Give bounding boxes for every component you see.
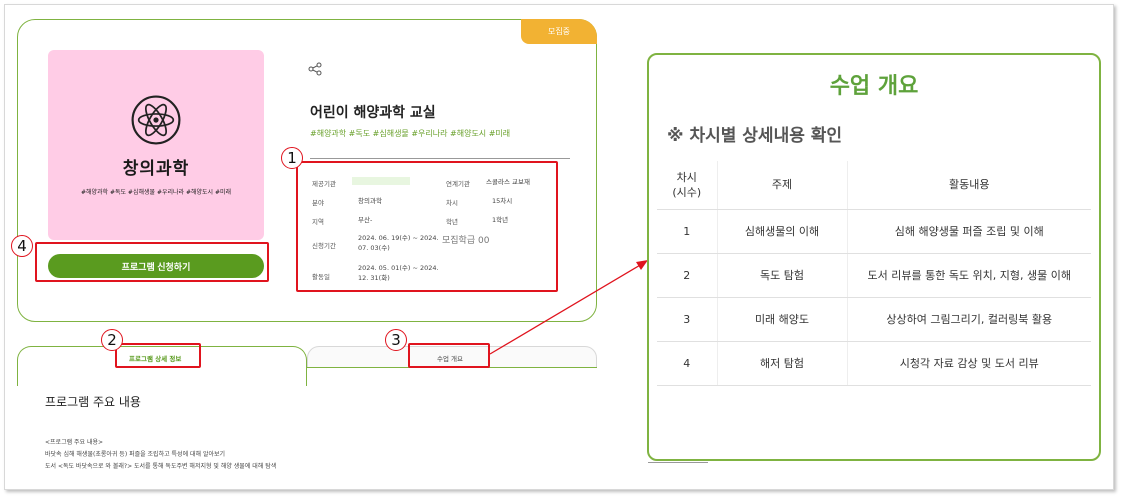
main-content-body: <프로그램 주요 내용> 바닷속 심해 해생물(초롱아귀 등) 퍼즐을 조립하고… [45, 437, 276, 473]
callout-number-4: 4 [11, 235, 33, 257]
program-title: 어린이 해양과학 교실 [310, 105, 436, 121]
header-session-text: 차시 (시수) [672, 170, 702, 199]
cell-topic: 독도 탐험 [716, 253, 847, 298]
thumbnail-title: 창의과학 [122, 159, 190, 179]
share-icon[interactable] [308, 62, 322, 76]
program-tags: #해양과학 #독도 #심해생물 #우리나라 #해양도시 #미래 [310, 129, 511, 138]
cell-topic: 심해생물의 이해 [716, 209, 847, 254]
main-content-line: 바닷속 심해 해생물(초롱아귀 등) 퍼즐을 조립하고 특성에 대해 알아보기 [45, 451, 226, 458]
callout-number-2: 2 [101, 329, 123, 351]
cell-activity: 상상하여 그림그리기, 컬러링북 활용 [846, 297, 1091, 342]
main-content-heading: 프로그램 주요 내용 [45, 395, 141, 409]
class-outline-panel: 수업 개요 ※ 차시별 상세내용 확인 차시 (시수) 주제 활동내용 1 심해… [647, 53, 1101, 461]
main-content-line: <프로그램 주요 내용> [45, 439, 104, 446]
table-row: 4 해저 탐험 시청각 자료 감상 및 도서 리뷰 [657, 341, 1091, 386]
cell-session: 3 [657, 297, 717, 342]
outline-title: 수업 개요 [829, 74, 919, 99]
callout-box-detail-tab [115, 343, 201, 368]
cell-activity: 심해 해양생물 퍼즐 조립 및 이해 [846, 209, 1091, 254]
table-header-row: 차시 (시수) 주제 활동내용 [657, 161, 1091, 210]
thumbnail-tags: #해양과학 #독도 #심해생물 #우리나라 #해양도시 #미래 [80, 189, 232, 196]
header-topic: 주제 [716, 161, 847, 210]
title-divider [310, 158, 570, 159]
callout-box-outline-tab [408, 343, 490, 368]
cell-topic: 해저 탐험 [716, 341, 847, 386]
cell-topic: 미래 해양도 [716, 297, 847, 342]
outline-subtitle: ※ 차시별 상세내용 확인 [667, 126, 843, 146]
atom-icon [131, 95, 181, 145]
status-badge: 모집중 [521, 19, 597, 44]
header-activity: 활동내용 [846, 161, 1091, 210]
callout-number-1: 1 [281, 147, 303, 169]
header-session: 차시 (시수) [657, 161, 717, 210]
callout-box-info [296, 161, 558, 292]
cell-session: 1 [657, 209, 717, 254]
cell-session: 2 [657, 253, 717, 298]
program-thumbnail: 창의과학 #해양과학 #독도 #심해생물 #우리나라 #해양도시 #미래 [48, 50, 264, 240]
table-row: 2 독도 탐험 도서 리뷰를 통한 독도 위치, 지형, 생물 이해 [657, 253, 1091, 298]
cell-activity: 시청각 자료 감상 및 도서 리뷰 [846, 341, 1091, 386]
outline-table: 차시 (시수) 주제 활동내용 1 심해생물의 이해 심해 해양생물 퍼즐 조립… [657, 161, 1091, 386]
table-row: 3 미래 해양도 상상하여 그림그리기, 컬러링북 활용 [657, 297, 1091, 342]
cell-session: 4 [657, 341, 717, 386]
callout-number-3: 3 [385, 329, 407, 351]
callout-box-apply [35, 242, 269, 282]
cell-activity: 도서 리뷰를 통한 독도 위치, 지형, 생물 이해 [846, 253, 1091, 298]
panel-underline [648, 462, 708, 463]
table-row: 1 심해생물의 이해 심해 해양생물 퍼즐 조립 및 이해 [657, 209, 1091, 254]
main-content-line: 도서 <독도 바닷속으로 와 볼래?> 도서를 통해 독도주변 해저지형 및 해… [45, 463, 277, 470]
